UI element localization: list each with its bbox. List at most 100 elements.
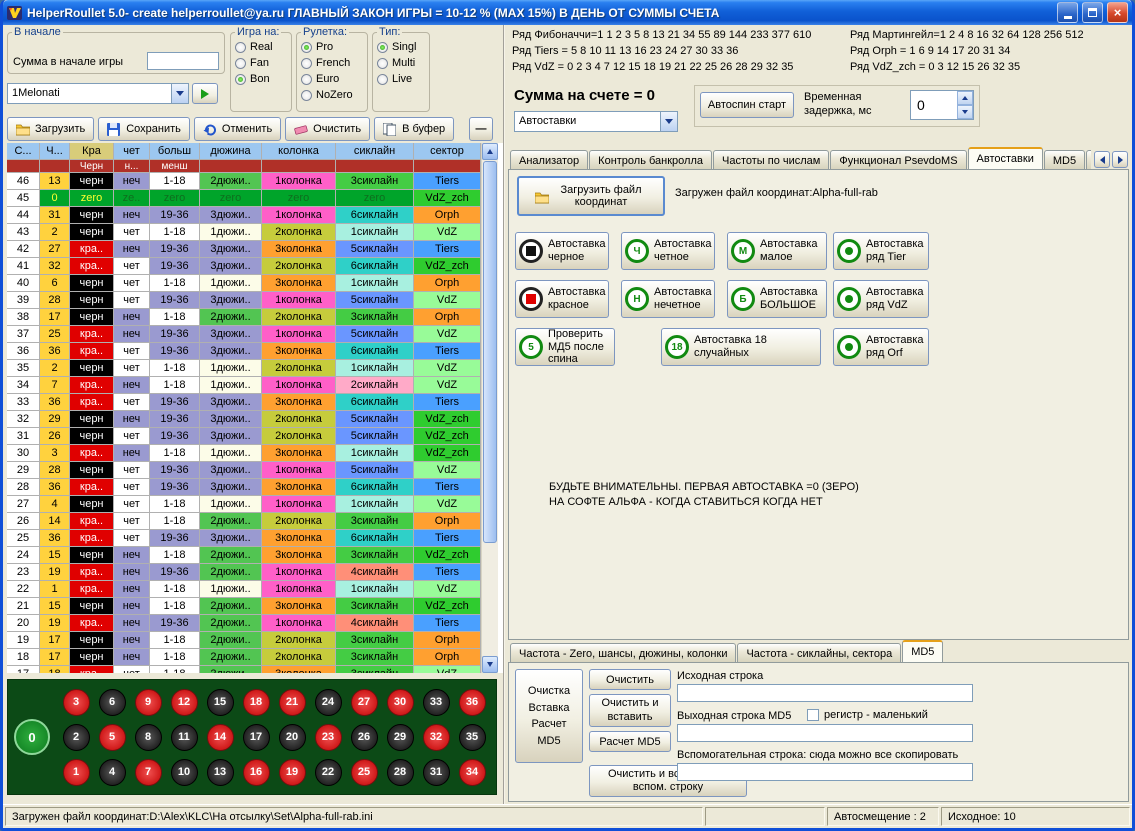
board-number-2[interactable]: 2: [63, 724, 90, 751]
history-row[interactable]: 450zeroze..zerozerozerozeroVdZ_zch: [7, 190, 481, 207]
radio-roulette-euro[interactable]: Euro: [301, 71, 363, 87]
history-row[interactable]: 2536кра..чет19-363дюжи..3колонка6сиклайн…: [7, 530, 481, 547]
tab-анализатор[interactable]: Анализатор: [510, 150, 588, 169]
tab-функционал-psevdoms[interactable]: Функционал PsevdoMS: [830, 150, 966, 169]
board-number-6[interactable]: 6: [99, 689, 126, 716]
board-number-8[interactable]: 8: [135, 724, 162, 751]
board-number-13[interactable]: 13: [207, 759, 234, 786]
load-button[interactable]: Загрузить: [7, 117, 94, 141]
load-coords-button[interactable]: Загрузить файл координат: [517, 176, 665, 216]
radio-game-fan[interactable]: Fan: [235, 55, 287, 71]
board-number-36[interactable]: 36: [459, 689, 486, 716]
board-number-24[interactable]: 24: [315, 689, 342, 716]
board-number-15[interactable]: 15: [207, 689, 234, 716]
autobet-tier-button[interactable]: Автоставка ряд Tier: [833, 232, 929, 270]
history-row[interactable]: 4431черннеч19-363дюжи..1колонка6сиклайнO…: [7, 207, 481, 224]
md5-big-button[interactable]: Очистка Вставка Расчет MD5: [515, 669, 583, 763]
board-number-30[interactable]: 30: [387, 689, 414, 716]
md5-clear-paste-button[interactable]: Очистить и вставить: [589, 694, 671, 727]
autobet-random18-button[interactable]: 18Автоставка 18 случайных: [661, 328, 821, 366]
scroll-down-icon[interactable]: [482, 656, 498, 673]
autospin-start-button[interactable]: Автоспин старт: [700, 92, 794, 118]
preset-combo[interactable]: 1Melonati: [7, 83, 189, 104]
history-row[interactable]: 2319кра..неч19-362дюжи..1колонка4сиклайн…: [7, 564, 481, 581]
autobet-even-button[interactable]: ЧАвтоставка четное: [621, 232, 715, 270]
md5-aux-input[interactable]: [677, 763, 973, 781]
tab-частота-zero-шансы-дюжины-колонки[interactable]: Частота - Zero, шансы, дюжины, колонки: [510, 643, 736, 662]
board-number-3[interactable]: 3: [63, 689, 90, 716]
radio-game-bon[interactable]: Bon: [235, 71, 287, 87]
history-row[interactable]: 2019кра..неч19-362дюжи..1колонка4сиклайн…: [7, 615, 481, 632]
history-row[interactable]: 1718кра..чет1-182дюжи..3колонка3сиклайнV…: [7, 666, 481, 673]
history-row[interactable]: 4132кра..чет19-363дюжи..2колонка6сиклайн…: [7, 258, 481, 275]
autobet-orf-button[interactable]: Автоставка ряд Orf: [833, 328, 929, 366]
board-number-35[interactable]: 35: [459, 724, 486, 751]
radio-game-real[interactable]: Real: [235, 39, 287, 55]
md5-source-input[interactable]: [677, 684, 973, 702]
autobet-small-button[interactable]: МАвтоставка малое: [727, 232, 827, 270]
play-button[interactable]: [192, 83, 218, 104]
history-row[interactable]: 3229черннеч19-363дюжи..2колонка5сиклайнV…: [7, 411, 481, 428]
spinner-up-icon[interactable]: [957, 91, 973, 105]
spinner-down-icon[interactable]: [957, 105, 973, 119]
maximize-button[interactable]: [1082, 2, 1103, 23]
radio-roulette-nozero[interactable]: NoZero: [301, 87, 363, 103]
board-number-19[interactable]: 19: [279, 759, 306, 786]
save-button[interactable]: Сохранить: [98, 117, 190, 141]
board-number-5[interactable]: 5: [99, 724, 126, 751]
board-number-22[interactable]: 22: [315, 759, 342, 786]
history-row[interactable]: 1917черннеч1-182дюжи..2колонка3сиклайнOr…: [7, 632, 481, 649]
board-number-11[interactable]: 11: [171, 724, 198, 751]
check-md5-button[interactable]: 5Проверить МД5 после спина: [515, 328, 615, 366]
board-number-34[interactable]: 34: [459, 759, 486, 786]
board-number-33[interactable]: 33: [423, 689, 450, 716]
history-row[interactable]: 1817черннеч1-182дюжи..2колонка3сиклайнOr…: [7, 649, 481, 666]
history-scrollbar[interactable]: [481, 143, 498, 673]
history-row[interactable]: 2836кра..чет19-363дюжи..3колонка6сиклайн…: [7, 479, 481, 496]
radio-roulette-french[interactable]: French: [301, 55, 363, 71]
history-row[interactable]: 3817черннеч1-182дюжи..2колонка3сиклайнOr…: [7, 309, 481, 326]
history-row[interactable]: 3126чернчет19-363дюжи..2колонка5сиклайнV…: [7, 428, 481, 445]
history-row[interactable]: 2115черннеч1-182дюжи..3колонка3сиклайнVd…: [7, 598, 481, 615]
md5-clear-button[interactable]: Очистить: [589, 669, 671, 690]
history-row[interactable]: 4613черннеч1-182дюжи..1колонка3сиклайнTi…: [7, 173, 481, 190]
copy-buffer-button[interactable]: В буфер: [374, 117, 454, 141]
history-row[interactable]: 3636кра..чет19-363дюжи..3колонка6сиклайн…: [7, 343, 481, 360]
history-row[interactable]: 432чернчет1-181дюжи..2колонка1сиклайнVdZ: [7, 224, 481, 241]
autobet-black-button[interactable]: Автоставка черное: [515, 232, 609, 270]
board-number-1[interactable]: 1: [63, 759, 90, 786]
board-number-21[interactable]: 21: [279, 689, 306, 716]
tabs-scroll-left-icon[interactable]: [1094, 151, 1110, 168]
autobet-red-button[interactable]: Автоставка красное: [515, 280, 609, 318]
history-row[interactable]: 4227кра..неч19-363дюжи..3колонка5сиклайн…: [7, 241, 481, 258]
tab-автоставки[interactable]: Автоставки: [968, 147, 1043, 169]
history-row[interactable]: 347кра..неч1-181дюжи..1колонка2сиклайнVd…: [7, 377, 481, 394]
md5-calc-button[interactable]: Расчет MD5: [589, 731, 671, 752]
autobets-combo-arrow[interactable]: [660, 112, 677, 131]
board-number-7[interactable]: 7: [135, 759, 162, 786]
tab-md5[interactable]: MD5: [902, 640, 943, 662]
scrollbar-thumb[interactable]: [483, 161, 497, 543]
board-number-31[interactable]: 31: [423, 759, 450, 786]
close-button[interactable]: ×: [1107, 2, 1128, 23]
board-number-17[interactable]: 17: [243, 724, 270, 751]
board-number-23[interactable]: 23: [315, 724, 342, 751]
board-number-16[interactable]: 16: [243, 759, 270, 786]
board-number-4[interactable]: 4: [99, 759, 126, 786]
board-zero[interactable]: 0: [14, 719, 50, 755]
board-number-9[interactable]: 9: [135, 689, 162, 716]
history-row[interactable]: 2415черннеч1-182дюжи..3колонка3сиклайнVd…: [7, 547, 481, 564]
board-number-12[interactable]: 12: [171, 689, 198, 716]
history-row[interactable]: 352чернчет1-181дюжи..2колонка1сиклайнVdZ: [7, 360, 481, 377]
history-row[interactable]: 3336кра..чет19-363дюжи..3колонка6сиклайн…: [7, 394, 481, 411]
tabs-scroll-right-icon[interactable]: [1112, 151, 1128, 168]
board-number-28[interactable]: 28: [387, 759, 414, 786]
collapse-button[interactable]: —: [469, 117, 493, 141]
scroll-up-icon[interactable]: [482, 143, 498, 160]
delay-spinner[interactable]: 0: [910, 90, 974, 120]
autobets-combo[interactable]: Автоставки: [514, 111, 678, 132]
history-row[interactable]: 2928чернчет19-363дюжи..1колонка5сиклайнV…: [7, 462, 481, 479]
radio-type-singl[interactable]: Singl: [377, 39, 425, 55]
history-row[interactable]: 303кра..неч1-181дюжи..3колонка1сиклайнVd…: [7, 445, 481, 462]
titlebar[interactable]: HelperRoullet 5.0- create helperroullet@…: [3, 0, 1132, 25]
